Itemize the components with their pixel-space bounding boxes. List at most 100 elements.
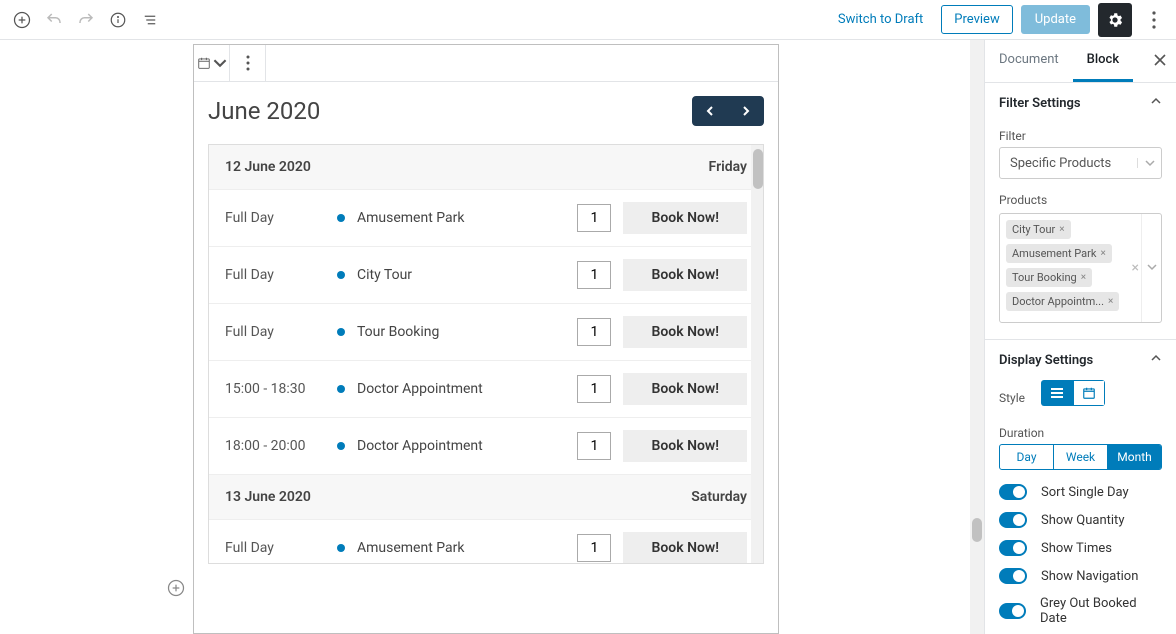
- book-now-button[interactable]: Book Now!: [623, 373, 747, 405]
- tab-document[interactable]: Document: [985, 40, 1073, 82]
- display-settings-title: Display Settings: [999, 353, 1093, 368]
- block-more-icon[interactable]: [230, 45, 266, 81]
- day-date: 13 June 2020: [225, 489, 311, 505]
- toggle-switch[interactable]: [999, 568, 1027, 584]
- event-name: Doctor Appointment: [357, 381, 565, 397]
- duration-month[interactable]: Month: [1107, 445, 1161, 469]
- book-now-button[interactable]: Book Now!: [623, 202, 747, 234]
- add-block-below-icon[interactable]: [162, 574, 190, 602]
- products-multiselect[interactable]: City Tour×Amusement Park×Tour Booking×Do…: [999, 213, 1162, 323]
- switch-draft-link[interactable]: Switch to Draft: [828, 12, 933, 27]
- remove-tag-icon[interactable]: ×: [1100, 248, 1105, 259]
- event-row: 15:00 - 18:30 Doctor Appointment Book Now!: [209, 361, 763, 418]
- toggle-switch[interactable]: [999, 484, 1027, 500]
- chevron-down-icon: [1137, 158, 1161, 168]
- chevron-down-icon: [1147, 261, 1157, 276]
- book-now-button[interactable]: Book Now!: [623, 316, 747, 348]
- style-label: Style: [999, 391, 1025, 405]
- event-name: Amusement Park: [357, 540, 565, 556]
- toggle-row: Show Navigation: [999, 568, 1162, 584]
- event-time: Full Day: [225, 210, 325, 226]
- event-row: Full Day City Tour Book Now!: [209, 247, 763, 304]
- toggle-switch[interactable]: [999, 603, 1026, 619]
- event-name: City Tour: [357, 267, 565, 283]
- chevron-up-icon: [1150, 95, 1162, 111]
- products-label: Products: [999, 193, 1162, 207]
- book-now-button[interactable]: Book Now!: [623, 259, 747, 291]
- canvas-scrollbar[interactable]: [970, 40, 984, 634]
- event-time: 18:00 - 20:00: [225, 438, 325, 454]
- product-tag: Tour Booking ×: [1006, 268, 1092, 287]
- info-icon[interactable]: [104, 6, 132, 34]
- settings-sidebar: Document Block Filter Settings Filter Sp…: [984, 40, 1176, 634]
- display-settings-header[interactable]: Display Settings: [985, 340, 1176, 380]
- quantity-input[interactable]: [577, 375, 611, 403]
- quantity-input[interactable]: [577, 534, 611, 562]
- dot-icon: [337, 442, 345, 450]
- day-header: 13 June 2020 Saturday: [209, 475, 763, 520]
- toggle-switch[interactable]: [999, 512, 1027, 528]
- settings-gear-icon[interactable]: [1098, 3, 1132, 37]
- product-tag: City Tour ×: [1006, 220, 1071, 239]
- prev-month-button[interactable]: [692, 96, 728, 126]
- undo-icon[interactable]: [40, 6, 68, 34]
- more-vertical-icon[interactable]: [1140, 6, 1168, 34]
- listing-scrollbar[interactable]: [751, 145, 763, 563]
- event-row: Full DayTour BookingBook Now!: [209, 304, 763, 361]
- book-now-button[interactable]: Book Now!: [623, 532, 747, 563]
- event-time: Full Day: [225, 267, 325, 283]
- clear-products-icon[interactable]: ×: [1132, 260, 1139, 276]
- event-name: Doctor Appointment: [357, 438, 565, 454]
- toggle-switch[interactable]: [999, 540, 1027, 556]
- event-time: 15:00 - 18:30: [225, 381, 325, 397]
- tag-label: Doctor Appointm...: [1012, 295, 1104, 308]
- tag-label: City Tour: [1012, 223, 1055, 236]
- close-sidebar-icon[interactable]: [1148, 48, 1172, 72]
- style-calendar-button[interactable]: [1073, 380, 1105, 406]
- redo-icon[interactable]: [72, 6, 100, 34]
- outline-icon[interactable]: [136, 6, 164, 34]
- update-button: Update: [1021, 5, 1090, 34]
- remove-tag-icon[interactable]: ×: [1081, 272, 1086, 283]
- quantity-input[interactable]: [577, 204, 611, 232]
- dot-icon: [337, 544, 345, 552]
- tag-label: Amusement Park: [1012, 247, 1096, 260]
- filter-settings-header[interactable]: Filter Settings: [985, 83, 1176, 123]
- toggle-label: Show Quantity: [1041, 513, 1124, 528]
- event-name: Tour Booking: [357, 324, 565, 340]
- dot-icon: [337, 271, 345, 279]
- booking-calendar-block[interactable]: June 2020 12 June 2020FridayFull DayAmus…: [193, 44, 779, 634]
- quantity-input[interactable]: [577, 261, 611, 289]
- editor-canvas: June 2020 12 June 2020FridayFull DayAmus…: [0, 40, 984, 634]
- tag-label: Tour Booking: [1012, 271, 1077, 284]
- toggle-label: Sort Single Day: [1041, 485, 1129, 500]
- block-type-icon[interactable]: [194, 45, 230, 81]
- tab-block[interactable]: Block: [1073, 40, 1133, 82]
- add-block-icon[interactable]: [8, 6, 36, 34]
- book-now-button[interactable]: Book Now!: [623, 430, 747, 462]
- duration-week[interactable]: Week: [1053, 445, 1107, 469]
- quantity-input[interactable]: [577, 318, 611, 346]
- filter-select[interactable]: Specific Products: [999, 147, 1162, 179]
- product-tag: Doctor Appointm... ×: [1006, 292, 1119, 311]
- dot-icon: [337, 328, 345, 336]
- dot-icon: [337, 385, 345, 393]
- toggle-label: Grey Out Booked Date: [1040, 596, 1162, 626]
- remove-tag-icon[interactable]: ×: [1059, 224, 1064, 235]
- filter-value: Specific Products: [1000, 156, 1137, 171]
- day-weekday: Saturday: [691, 489, 747, 505]
- preview-button[interactable]: Preview: [941, 5, 1012, 34]
- toggle-label: Show Times: [1041, 541, 1112, 556]
- duration-label: Duration: [999, 426, 1162, 440]
- quantity-input[interactable]: [577, 432, 611, 460]
- dot-icon: [337, 214, 345, 222]
- day-date: 12 June 2020: [225, 159, 311, 175]
- remove-tag-icon[interactable]: ×: [1108, 296, 1113, 307]
- duration-day[interactable]: Day: [1000, 445, 1053, 469]
- day-header: 12 June 2020Friday: [209, 145, 763, 190]
- toggle-label: Show Navigation: [1041, 569, 1138, 584]
- next-month-button[interactable]: [728, 96, 764, 126]
- filter-settings-title: Filter Settings: [999, 96, 1081, 111]
- event-row: Full DayAmusement ParkBook Now!: [209, 520, 763, 563]
- style-list-button[interactable]: [1041, 380, 1073, 406]
